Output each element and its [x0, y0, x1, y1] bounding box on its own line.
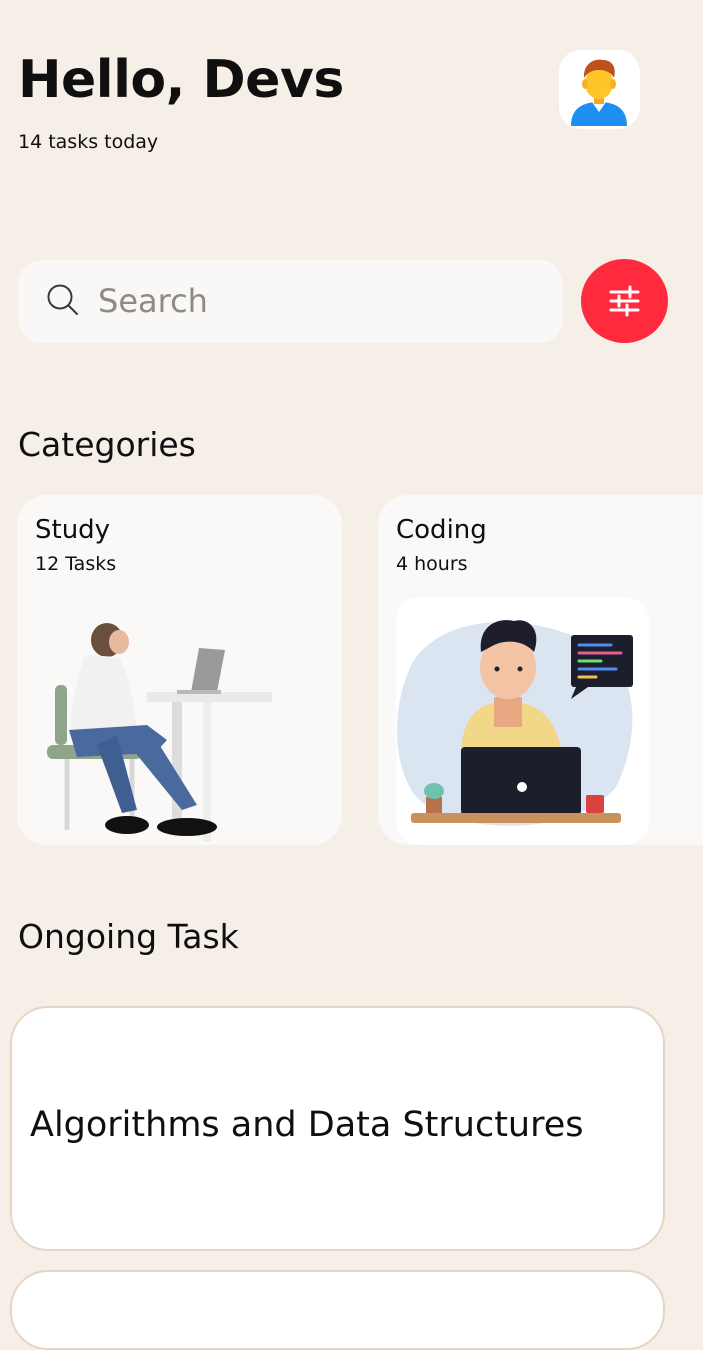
category-card-study[interactable]: Study 12 Tasks — [17, 495, 342, 845]
coding-illustration — [396, 597, 649, 845]
category-title: Coding — [396, 515, 487, 545]
ongoing-task-card[interactable]: Algorithms and Data Structures — [10, 1006, 665, 1251]
greeting-title: Hello, Devs — [18, 50, 344, 110]
ongoing-task-heading: Ongoing Task — [18, 917, 239, 956]
study-illustration — [47, 623, 272, 842]
task-title: Algorithms and Data Structures — [30, 1105, 584, 1145]
category-card-coding[interactable]: Coding 4 hours — [378, 495, 703, 845]
category-subtitle: 12 Tasks — [35, 553, 117, 575]
search-input[interactable] — [98, 276, 538, 326]
user-avatar-icon — [571, 59, 627, 126]
profile-avatar[interactable] — [559, 50, 640, 129]
search-icon — [47, 284, 78, 315]
tasks-today-count: 14 tasks today — [18, 131, 159, 153]
ongoing-task-card[interactable] — [10, 1270, 665, 1350]
category-subtitle: 4 hours — [396, 553, 468, 575]
categories-heading: Categories — [18, 425, 196, 464]
sliders-icon — [609, 285, 640, 317]
filter-button[interactable] — [581, 259, 668, 343]
category-title: Study — [35, 515, 111, 545]
